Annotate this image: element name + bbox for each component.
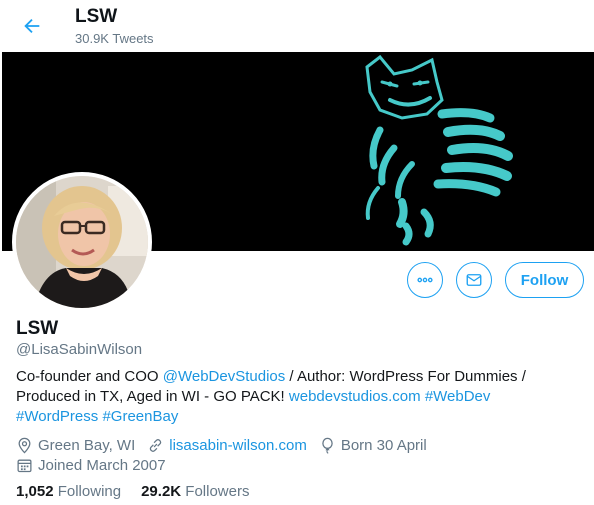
bio-text: Co-founder and COO — [16, 368, 163, 385]
followers-label: Followers — [185, 483, 250, 500]
following-count: 1,052 — [16, 483, 54, 500]
map-pin-icon — [18, 437, 31, 453]
following-stat[interactable]: 1,052 Following — [16, 483, 121, 500]
joined-item: Joined March 2007 — [16, 457, 166, 474]
follow-stats: 1,052 Following 29.2K Followers — [16, 483, 269, 500]
follow-button[interactable]: Follow — [505, 262, 584, 298]
birthday-text: Born 30 April — [340, 436, 427, 454]
link-icon — [149, 438, 162, 452]
profile-name: LSW — [16, 318, 59, 339]
profile-handle: @LisaSabinWilson — [16, 341, 143, 358]
mail-icon — [466, 274, 482, 286]
message-button[interactable] — [456, 262, 492, 298]
followers-stat[interactable]: 29.2K Followers — [141, 483, 249, 500]
website-item: lisasabin-wilson.com — [147, 437, 307, 454]
profile-meta-joined: Joined March 2007 — [16, 454, 178, 476]
location-text: Green Bay, WI — [38, 436, 136, 454]
more-button[interactable] — [407, 262, 443, 298]
joined-text: Joined March 2007 — [38, 456, 166, 474]
balloon-icon — [322, 437, 333, 454]
location-item: Green Bay, WI — [16, 437, 135, 454]
profile-avatar[interactable] — [12, 172, 152, 312]
bio-mention-link[interactable]: @WebDevStudios — [163, 368, 286, 385]
calendar-icon — [17, 459, 32, 472]
header-title: LSW — [75, 6, 118, 27]
followers-count: 29.2K — [141, 483, 182, 500]
profile-meta: Green Bay, WI lisasabin-wilson.com Born … — [16, 434, 439, 456]
more-icon — [417, 277, 433, 283]
arrow-left-icon — [24, 18, 40, 34]
birthday-item: Born 30 April — [319, 437, 427, 454]
following-label: Following — [57, 483, 122, 500]
bio-url-link[interactable]: webdevstudios.com — [289, 388, 421, 405]
tweet-count: 30.9K Tweets — [75, 31, 154, 46]
website-link[interactable]: lisasabin-wilson.com — [169, 437, 307, 454]
bio-hashtag-link[interactable]: #WordPress — [16, 408, 98, 425]
profile-bio: Co-founder and COO @WebDevStudios / Auth… — [16, 367, 576, 427]
avatar-photo — [16, 176, 148, 308]
bio-hashtag-link[interactable]: #WebDev — [425, 388, 491, 405]
profile-header: LSW 30.9K Tweets — [0, 0, 594, 52]
back-button[interactable] — [14, 8, 50, 44]
bio-hashtag-link[interactable]: #GreenBay — [102, 408, 178, 425]
